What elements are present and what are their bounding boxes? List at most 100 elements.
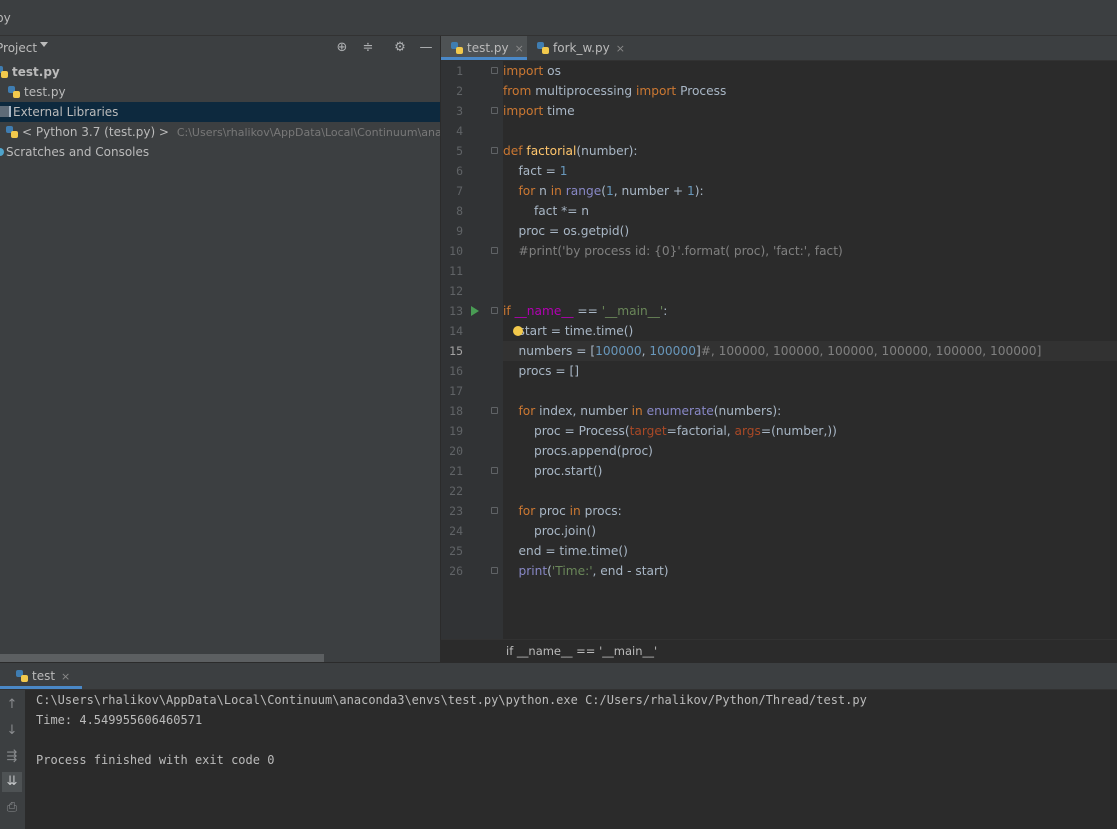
line-number: 10 [449,244,463,258]
code-line: fact *= n [503,204,590,218]
print-icon[interactable]: ⎙ [2,798,22,818]
line-number: 25 [449,544,463,558]
line-number: 2 [456,84,463,98]
code-line: from multiprocessing import Process [503,84,727,98]
locate-icon[interactable]: ⊕ [333,39,351,57]
editor-tab-bar: test.py × fork_w.py × [441,36,1117,61]
collapse-all-icon[interactable]: ≑ [359,39,377,57]
close-icon[interactable]: × [616,42,625,55]
line-number: 16 [449,364,463,378]
close-icon[interactable]: × [61,670,70,683]
code-line: proc = Process(target=factorial, args=(n… [503,424,837,438]
tree-item-label: Scratches and Consoles [6,145,150,159]
run-tab-label: test [32,669,56,683]
code-line: proc.join() [503,524,596,538]
project-view-selector[interactable]: Project [0,41,37,55]
console-output[interactable]: C:\Users\rhalikov\AppData\Local\Continuu… [36,690,1106,770]
lightbulb-icon[interactable] [513,326,523,336]
code-line: for n in range(1, number + 1): [518,184,704,198]
scratches-icon [0,148,4,156]
python-file-icon [0,66,8,78]
fold-marker-icon[interactable] [491,467,498,474]
line-number: 14 [449,324,463,338]
fold-marker-icon[interactable] [491,407,498,414]
code-line: if __name__ == '__main__': [503,304,668,318]
code-line: procs.append(proc) [503,444,653,458]
tree-item-external-libraries[interactable]: External Libraries [0,102,440,122]
fold-marker-icon[interactable] [491,67,498,74]
line-number: 4 [456,124,463,138]
tree-item-test-file[interactable]: test.py [0,82,440,102]
sdk-path: C:\Users\rhalikov\AppData\Local\Continuu… [176,126,440,139]
python-run-icon [16,670,28,682]
tree-item-project-root[interactable]: test.py [0,62,440,82]
code-line: for index, number in enumerate(numbers): [518,404,782,418]
console-line: Process finished with exit code 0 [36,753,275,767]
line-number: 3 [456,104,463,118]
window-title: py [0,11,11,25]
fold-marker-icon[interactable] [491,107,498,114]
tab-fork-w-py[interactable]: fork_w.py × [527,36,627,60]
code-line: import os [503,64,561,78]
horizontal-scrollbar[interactable] [0,654,324,662]
tree-item-python-sdk[interactable]: < Python 3.7 (test.py) > C:\Users\rhalik… [0,122,440,142]
fold-marker-icon[interactable] [491,567,498,574]
line-number: 11 [449,264,463,278]
line-number: 8 [456,204,463,218]
breadcrumb[interactable]: if __name__ == '__main__' [441,639,1117,663]
console-line: Time: 4.549955606460571 [36,713,203,727]
code-line: procs = [] [503,364,579,378]
arrow-down-icon[interactable]: ↓ [2,721,22,741]
breadcrumb-item[interactable]: if __name__ == '__main__' [506,640,657,662]
line-number: 24 [449,524,463,538]
line-number: 18 [449,404,463,418]
close-icon[interactable]: × [515,42,524,55]
python-sdk-icon [6,126,18,138]
tab-test-py[interactable]: test.py × [441,36,527,60]
tab-label: test.py [467,41,509,55]
fold-marker-icon[interactable] [491,147,498,154]
arrow-up-icon[interactable]: ↑ [2,695,22,715]
python-file-icon [537,42,549,54]
run-gutter-icon[interactable] [471,306,479,316]
scroll-to-end-icon[interactable]: ⇊ [2,772,22,792]
tree-item-scratches[interactable]: Scratches and Consoles [0,142,440,162]
editor-gutter[interactable]: 1 2 3 4 5 6 7 8 9 10 11 12 13 14 15 16 17 18 19 20 21 22 23 24 2… [441,61,503,639]
line-number: 22 [449,484,463,498]
code-line: numbers = [100000, 100000]#, 100000, 100… [503,344,1042,358]
code-line: import time [503,104,575,118]
tree-item-label: < Python 3.7 (test.py) > [22,125,169,139]
project-header: Project ⊕ ≑ ⚙ — [0,36,440,60]
soft-wrap-icon[interactable]: ⇶ [2,747,22,767]
gear-icon[interactable]: ⚙ [391,39,409,57]
project-panel: Project ⊕ ≑ ⚙ — test.py test.py External… [0,36,440,662]
hide-icon[interactable]: — [417,39,435,57]
chevron-down-icon[interactable] [40,42,48,47]
code-line: end = time.time() [503,544,628,558]
line-number: 21 [449,464,463,478]
console-line: C:\Users\rhalikov\AppData\Local\Continuu… [36,693,867,707]
line-number: 26 [449,564,463,578]
fold-marker-icon[interactable] [491,247,498,254]
line-number: 20 [449,444,463,458]
fold-marker-icon[interactable] [491,307,498,314]
line-number: 1 [456,64,463,78]
tree-item-label: test.py [12,65,60,79]
editor-area: test.py × fork_w.py × 1 2 3 4 5 6 7 8 9 10 11 12 13 14 1… [441,36,1117,663]
code-editor[interactable]: import os from multiprocessing import Pro… [503,61,1117,639]
code-line: proc.start() [503,464,603,478]
python-file-icon [8,86,20,98]
line-number: 19 [449,424,463,438]
line-number: 17 [449,384,463,398]
code-line: def factorial(number): [503,144,638,158]
code-line: fact = 1 [503,164,568,178]
code-line: proc = os.getpid() [503,224,630,238]
run-tab-bar: test × [0,663,1117,690]
code-line: for proc in procs: [518,504,622,518]
line-number: 7 [456,184,463,198]
line-number: 23 [449,504,463,518]
run-tab[interactable]: test × [0,663,83,689]
code-line: print('Time:', end - start) [518,564,669,578]
fold-marker-icon[interactable] [491,507,498,514]
run-toolbar: ↑ ↓ ⇶ ⇊ ⎙ [0,690,25,829]
